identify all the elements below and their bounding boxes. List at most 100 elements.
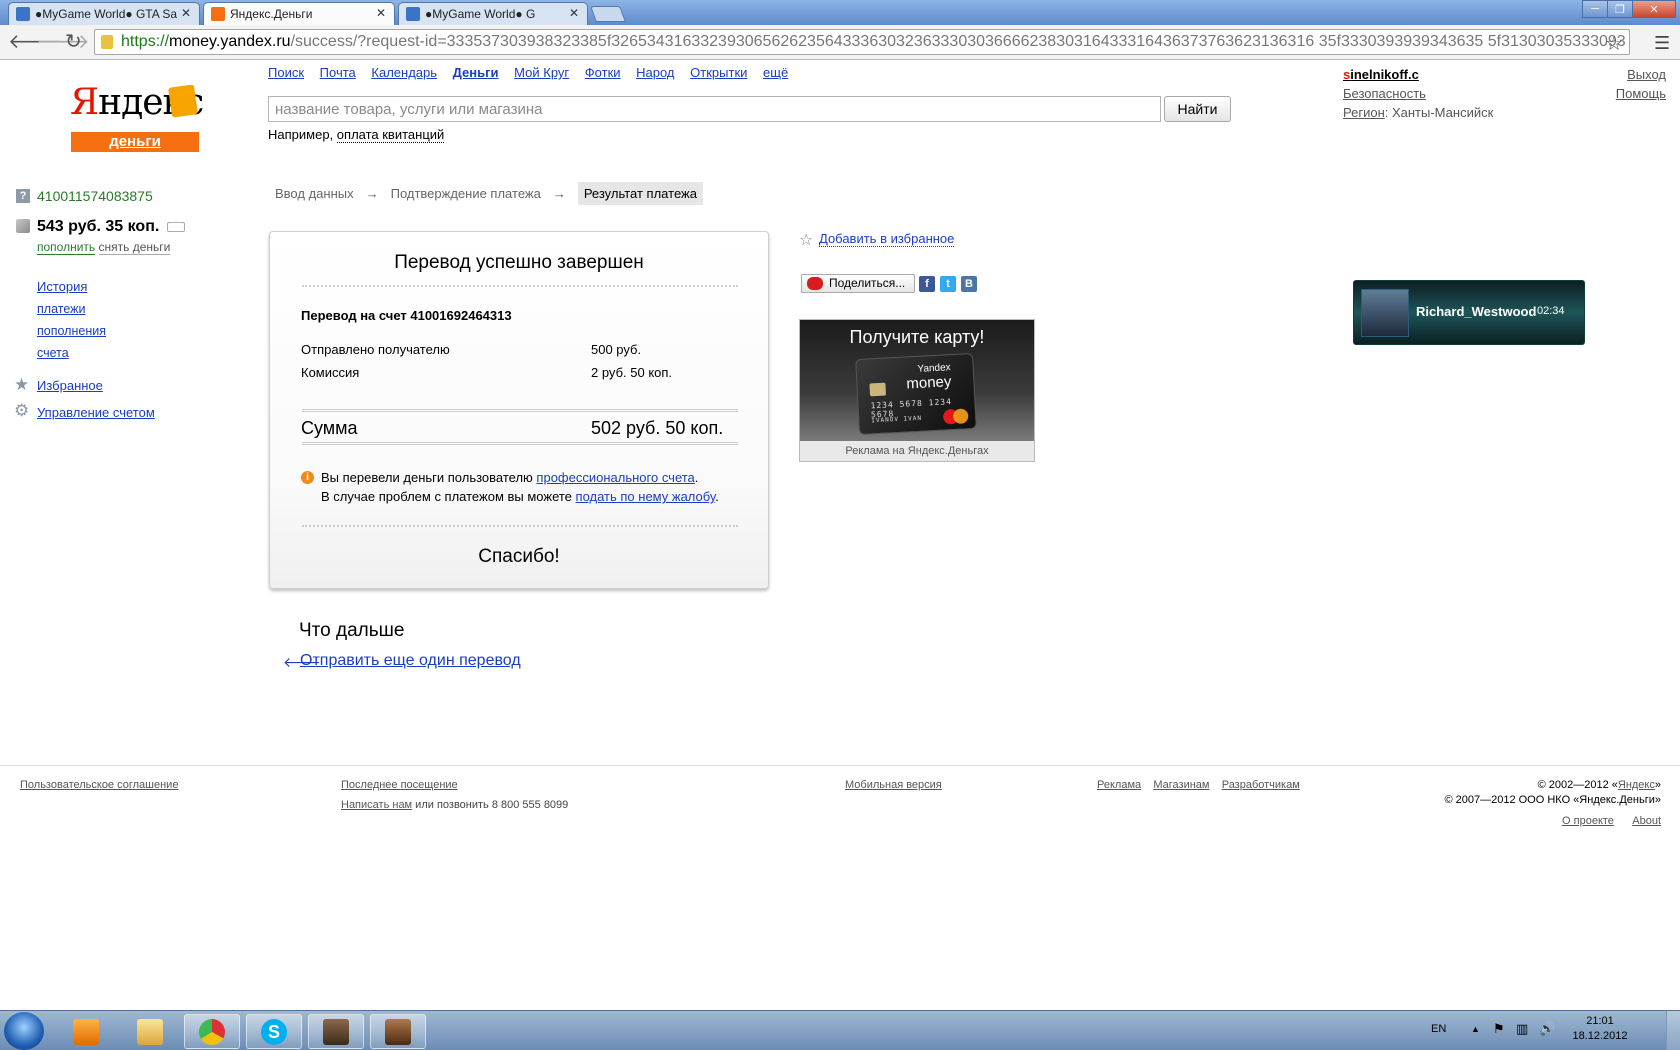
help-link[interactable]: Помощь xyxy=(1616,86,1666,101)
clock[interactable]: 21:01 18.12.2012 xyxy=(1565,1014,1635,1044)
tab-mygame-2[interactable]: ●MyGame World● G ✕ xyxy=(398,2,588,25)
service-search[interactable]: Поиск xyxy=(268,65,304,80)
service-cards[interactable]: Открытки xyxy=(690,65,747,80)
search-button[interactable]: Найти xyxy=(1164,96,1231,122)
favorites-star-icon: ★ xyxy=(14,375,30,394)
user-widget[interactable]: Richard_Westwood 02:34 xyxy=(1353,280,1585,345)
security-link[interactable]: Безопасность xyxy=(1343,86,1426,101)
about-link[interactable]: About xyxy=(1632,815,1661,827)
logout-link[interactable]: Выход xyxy=(1627,67,1666,82)
new-tab-button[interactable] xyxy=(590,6,626,22)
card-brand: Yandex money xyxy=(905,361,952,393)
service-mail[interactable]: Почта xyxy=(320,65,356,80)
card-brand-main: money xyxy=(905,373,952,393)
clock-time: 21:01 xyxy=(1586,1015,1614,1027)
search-input[interactable]: название товара, услуги или магазина xyxy=(268,96,1161,122)
sidebar-item-payments[interactable]: платежи xyxy=(37,298,106,320)
example-link[interactable]: оплата квитанций xyxy=(336,127,445,143)
region-link[interactable]: Регион xyxy=(1343,105,1385,120)
yandex-link[interactable]: Яндекс xyxy=(1618,779,1655,791)
shops-link[interactable]: Магазинам xyxy=(1153,779,1209,791)
footer-divider xyxy=(0,765,1680,766)
service-narod[interactable]: Народ xyxy=(636,65,674,80)
service-photos[interactable]: Фотки xyxy=(585,65,621,80)
start-button[interactable] xyxy=(4,1012,44,1050)
developers-link[interactable]: Разработчикам xyxy=(1222,779,1300,791)
payment-steps: Ввод данных → Подтверждение платежа → Резуль… xyxy=(275,182,703,205)
sidebar-item-favorites[interactable]: Избранное xyxy=(37,378,103,393)
professional-account-link[interactable]: профессионального счета xyxy=(536,470,694,485)
network-icon[interactable]: ▥ xyxy=(1516,1022,1530,1036)
service-moikrug[interactable]: Мой Круг xyxy=(514,65,569,80)
wallet-icon xyxy=(168,84,198,118)
language-indicator[interactable]: EN xyxy=(1431,1023,1446,1035)
card-promo-banner[interactable]: Получите карту! Yandex money 1234 5678 12… xyxy=(799,319,1035,462)
facebook-icon[interactable]: f xyxy=(919,276,935,292)
sidebar-item-manage-account[interactable]: Управление счетом xyxy=(37,405,155,420)
taskbar-skype[interactable]: S xyxy=(246,1014,302,1049)
wallet-balance-icon xyxy=(16,219,30,233)
last-visit-link[interactable]: Последнее посещение xyxy=(341,779,458,791)
mobile-version-link[interactable]: Мобильная версия xyxy=(845,779,942,791)
send-another-link[interactable]: Отправить еще один перевод xyxy=(300,652,521,670)
close-icon[interactable]: ✕ xyxy=(181,6,191,20)
close-icon[interactable]: ✕ xyxy=(376,6,386,20)
reload-icon[interactable]: ↻ xyxy=(65,32,82,52)
taskbar-explorer[interactable] xyxy=(122,1014,178,1049)
taskbar-chrome[interactable] xyxy=(184,1014,240,1049)
tray-expand-icon[interactable]: ▲ xyxy=(1471,1024,1480,1034)
game-icon xyxy=(323,1018,349,1045)
minimize-icon[interactable]: ─ xyxy=(1582,0,1608,18)
user-actions: Выход Помощь xyxy=(1616,65,1666,103)
service-calendar[interactable]: Календарь xyxy=(371,65,437,80)
close-icon[interactable]: ✕ xyxy=(569,6,579,20)
bank-card-image: Yandex money 1234 5678 1234 5678 IVANOV I… xyxy=(855,352,977,436)
card-holder: IVANOV IVAN xyxy=(871,414,923,425)
vkontakte-icon[interactable]: В xyxy=(961,276,977,292)
window-controls: ─ ❐ ✕ xyxy=(1582,0,1676,18)
twitter-icon[interactable]: t xyxy=(940,276,956,292)
sidebar-item-topups[interactable]: пополнения xyxy=(37,320,106,342)
username-rest: inelnikoff.c xyxy=(1350,67,1419,82)
complaint-link[interactable]: подать по нему жалобу xyxy=(576,489,716,504)
tab-mygame-1[interactable]: ●MyGame World● GTA Sa ✕ xyxy=(8,2,200,25)
show-desktop-button[interactable] xyxy=(1666,1011,1680,1050)
add-favorite-link[interactable]: Добавить в избранное xyxy=(819,231,955,247)
address-bar[interactable]: https://money.yandex.ru/success/?request… xyxy=(94,29,1630,55)
topup-link[interactable]: пополнить xyxy=(37,240,96,255)
window-close-icon[interactable]: ✕ xyxy=(1632,0,1676,18)
sidebar-item-history[interactable]: История xyxy=(37,276,106,298)
yandex-money-favicon-icon xyxy=(211,7,225,21)
info-message: i Вы перевели деньги пользователю профес… xyxy=(301,468,719,506)
share-button[interactable]: Поделиться... xyxy=(801,274,915,293)
result-title: Перевод успешно завершен xyxy=(394,252,644,273)
question-icon[interactable]: ? xyxy=(16,189,30,203)
footer-contact: Написать нам или позвонить 8 800 555 809… xyxy=(341,799,568,811)
username-link[interactable]: sinelnikoff.c xyxy=(1343,67,1419,82)
taskbar-media-player[interactable] xyxy=(58,1014,114,1049)
write-us-link[interactable]: Написать нам xyxy=(341,799,412,811)
agreement-link[interactable]: Пользовательское соглашение xyxy=(20,779,178,791)
service-money[interactable]: Деньги xyxy=(453,65,499,80)
about-project-link[interactable]: О проекте xyxy=(1562,815,1614,827)
step-input: Ввод данных xyxy=(275,186,354,201)
restore-icon[interactable]: ❐ xyxy=(1607,0,1633,18)
ads-link[interactable]: Реклама xyxy=(1097,779,1141,791)
taskbar-game-2[interactable] xyxy=(370,1014,426,1049)
withdraw-link[interactable]: снять деньги xyxy=(98,240,171,255)
taskbar-game-1[interactable] xyxy=(308,1014,364,1049)
gear-icon: ⚙ xyxy=(14,401,30,420)
star-outline-icon: ☆ xyxy=(799,232,814,249)
bookmark-star-icon[interactable]: ☆ xyxy=(1605,31,1623,54)
yandex-money-logo[interactable]: Яндекс деньги xyxy=(70,80,204,152)
volume-icon[interactable]: 🔊 xyxy=(1539,1022,1555,1036)
wrench-menu-icon[interactable]: ☰ xyxy=(1654,33,1670,54)
system-tray: EN ▲ ⚑ ▥ 🔊 21:01 18.12.2012 xyxy=(1420,1011,1680,1050)
card-icon[interactable] xyxy=(167,222,185,232)
flag-icon[interactable]: ⚑ xyxy=(1493,1022,1507,1036)
search-example: Например, оплата квитанций xyxy=(268,127,445,143)
tab-yandex-money[interactable]: Яндекс.Деньги ✕ xyxy=(203,2,395,25)
logo-subtitle[interactable]: деньги xyxy=(71,132,199,152)
sidebar-item-invoices[interactable]: счета xyxy=(37,342,106,364)
service-more[interactable]: ещё xyxy=(763,65,788,80)
